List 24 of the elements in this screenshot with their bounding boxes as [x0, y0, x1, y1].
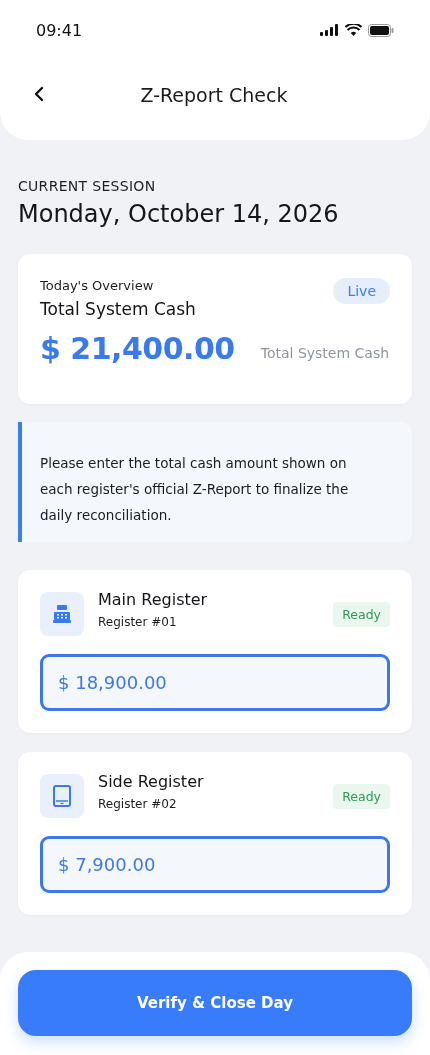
- signal-icon: [320, 24, 339, 36]
- register-number: Register #02: [98, 797, 178, 811]
- battery-icon: [368, 23, 394, 37]
- session-label: CURRENT SESSION: [18, 178, 157, 194]
- status-badge: Ready: [333, 602, 390, 627]
- register-name: Main Register: [98, 590, 209, 609]
- tablet-icon: [53, 785, 71, 807]
- cash-register-icon: [52, 604, 72, 624]
- cash-amount-field[interactable]: $ 7,900.00: [40, 836, 390, 893]
- session-date: Monday, October 14, 2026: [18, 200, 340, 228]
- live-badge: Live: [333, 278, 390, 304]
- overview-title: Total System Cash: [40, 299, 196, 319]
- amount-caption: Total System Cash: [260, 344, 390, 361]
- overview-eyebrow: Today's Overview: [40, 278, 155, 293]
- register-number: Register #01: [98, 615, 178, 629]
- cash-amount-field[interactable]: $ 18,900.00: [40, 654, 390, 711]
- instruction-notice: Please enter the total cash amount shown on each register's official Z-Report to finalize the daily reconciliation.: [18, 422, 412, 542]
- total-amount: $ 21,400.00: [40, 331, 235, 366]
- wifi-icon: [345, 24, 362, 36]
- verify-close-button[interactable]: Verify & Close Day: [18, 970, 412, 1036]
- register-name: Side Register: [98, 772, 205, 791]
- screen-title: Z-Report Check: [140, 84, 288, 106]
- status-badge: Ready: [333, 784, 390, 809]
- status-time: 09:41: [36, 20, 83, 40]
